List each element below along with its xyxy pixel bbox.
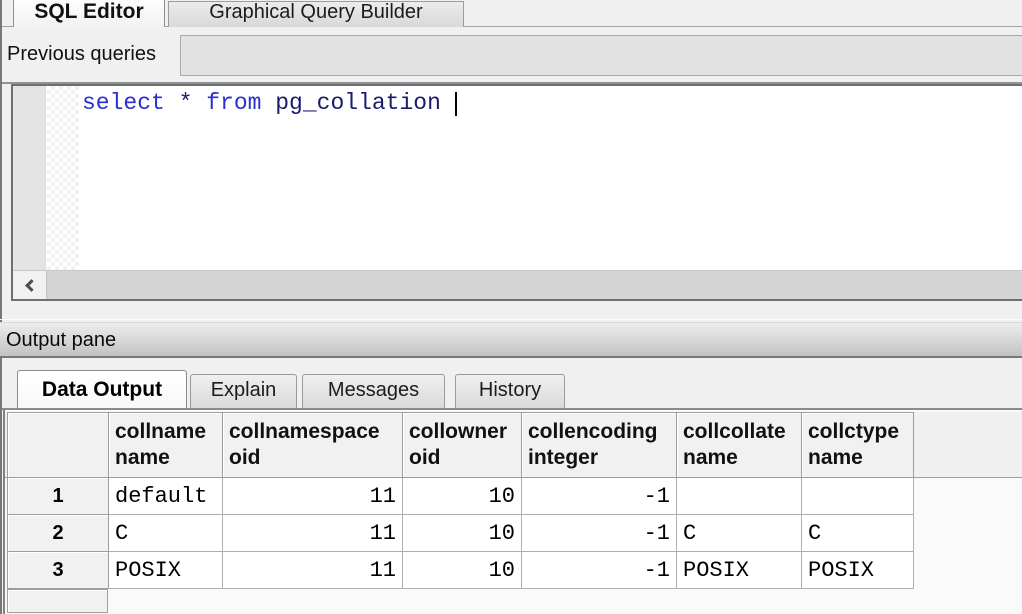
tab-graphical-query-builder[interactable]: Graphical Query Builder [168,1,464,27]
tab-history[interactable]: History [455,374,565,408]
empty-row-header-stub [7,589,108,613]
cell-collowner[interactable]: 10 [403,552,522,589]
cell-collname[interactable]: C [109,515,223,552]
cell-collencoding[interactable]: -1 [522,552,677,589]
tab-sql-editor[interactable]: SQL Editor [13,0,165,27]
cell-collencoding[interactable]: -1 [522,478,677,515]
column-header-collowner[interactable]: collowner oid [403,413,522,478]
table-row: 2 C 11 10 -1 C C [8,515,914,552]
row-number[interactable]: 2 [8,515,109,552]
column-type: oid [229,445,396,471]
column-name: collencoding [528,419,670,445]
tab-data-output-label: Data Output [42,378,162,402]
table-row: 1 default 11 10 -1 [8,478,914,515]
previous-queries-toolbar: Previous queries [2,28,1022,84]
cell-collname[interactable]: default [109,478,223,515]
column-name: collnamespace [229,419,396,445]
table-row: 3 POSIX 11 10 -1 POSIX POSIX [8,552,914,589]
tab-messages[interactable]: Messages [302,374,445,408]
cell-collnamespace[interactable]: 11 [223,552,403,589]
editor-tabstrip: SQL Editor Graphical Query Builder [2,0,1022,27]
tab-graphical-query-builder-label: Graphical Query Builder [209,1,422,24]
column-header-collencoding[interactable]: collencoding integer [522,413,677,478]
cell-collcollate[interactable] [677,478,802,515]
previous-queries-combobox[interactable] [180,35,1022,76]
column-header-collcollate[interactable]: collcollate name [677,413,802,478]
column-type: name [683,445,795,471]
tab-explain-label: Explain [211,379,277,402]
column-header-collnamespace[interactable]: collnamespace oid [223,413,403,478]
cell-collctype[interactable] [802,478,914,515]
output-pane-title: Output pane [6,329,116,352]
output-pane-header: Output pane [0,322,1022,358]
cell-collencoding[interactable]: -1 [522,515,677,552]
cell-collnamespace[interactable]: 11 [223,478,403,515]
editor-fold-margin [47,86,79,270]
chevron-left-icon [25,279,38,292]
cell-collnamespace[interactable]: 11 [223,515,403,552]
column-type: name [115,445,216,471]
sql-token-operator: * [179,90,207,116]
tab-sql-editor-label: SQL Editor [34,0,143,24]
cell-collname[interactable]: POSIX [109,552,223,589]
sql-token-keyword: select [82,90,179,116]
tab-explain[interactable]: Explain [190,374,297,408]
column-name: collctype [808,419,907,445]
scroll-left-button[interactable] [13,271,47,299]
editor-horizontal-scrollbar[interactable] [13,270,1022,299]
cell-collctype[interactable]: POSIX [802,552,914,589]
result-table: collname name collnamespace oid collowne… [7,412,914,589]
sql-editor-area[interactable]: select * from pg_collation [11,84,1022,301]
cell-collowner[interactable]: 10 [403,478,522,515]
data-output-grid: collname name collnamespace oid collowne… [3,410,1022,614]
sql-query-text[interactable]: select * from pg_collation [79,90,1022,117]
tab-history-label: History [479,379,541,402]
table-header-row: collname name collnamespace oid collowne… [8,413,914,478]
tab-messages-label: Messages [328,379,419,402]
pane-splitter[interactable] [0,319,1022,320]
row-number[interactable]: 3 [8,552,109,589]
window-frame-edge [0,0,2,614]
editor-line-number-margin [13,86,46,270]
row-number[interactable]: 1 [8,478,109,515]
row-number-header[interactable] [8,413,109,478]
column-type: name [808,445,907,471]
cell-collcollate[interactable]: C [677,515,802,552]
cell-collcollate[interactable]: POSIX [677,552,802,589]
previous-queries-label: Previous queries [7,43,156,66]
column-header-collctype[interactable]: collctype name [802,413,914,478]
column-type: integer [528,445,670,471]
cell-collctype[interactable]: C [802,515,914,552]
text-caret [455,92,457,116]
column-type: oid [409,445,515,471]
column-name: collowner [409,419,515,445]
sql-token-identifier: pg_collation [275,90,454,116]
tab-data-output[interactable]: Data Output [17,370,187,408]
column-header-collname[interactable]: collname name [109,413,223,478]
column-name: collcollate [683,419,795,445]
cell-collowner[interactable]: 10 [403,515,522,552]
column-name: collname [115,419,216,445]
sql-token-keyword: from [206,90,275,116]
